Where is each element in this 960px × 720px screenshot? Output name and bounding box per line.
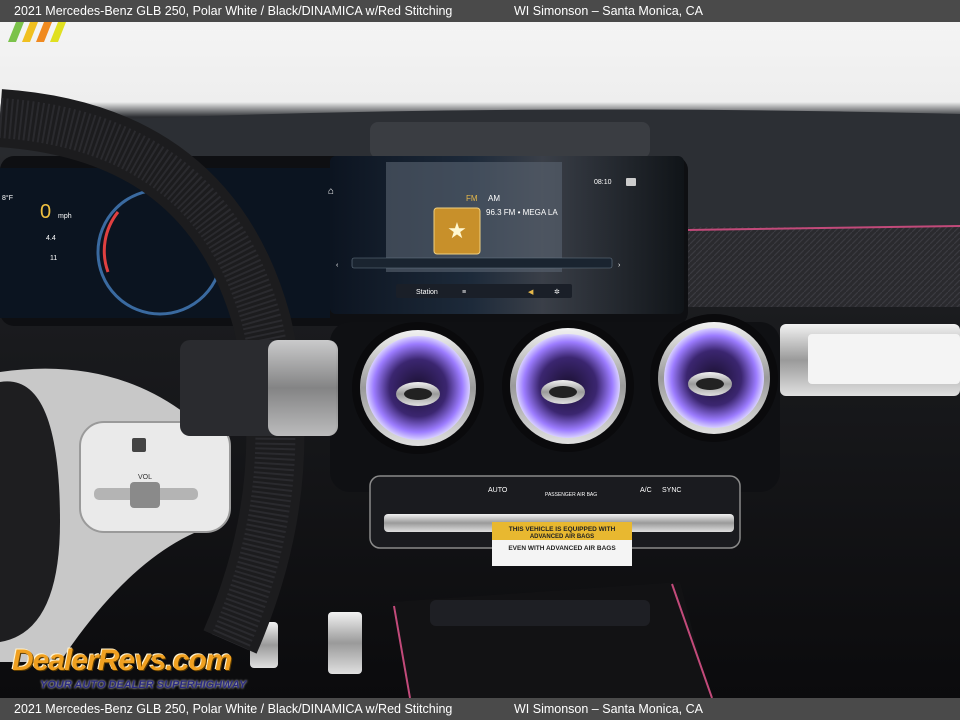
tuner-bar (351, 257, 613, 269)
lower-console (392, 582, 710, 698)
air-vent-center (502, 320, 634, 452)
vehicle-title: 2021 Mercedes-Benz GLB 250, Polar White … (14, 4, 453, 18)
band-fm: FM (466, 194, 478, 203)
band-am: AM (488, 194, 500, 203)
dealer-location-bottom: WI Simonson – Santa Monica, CA (514, 702, 703, 716)
message-icon (626, 178, 636, 186)
vehicle-title-bottom: 2021 Mercedes-Benz GLB 250, Polar White … (14, 702, 453, 716)
vol-label: VOL (138, 474, 152, 481)
dashboard-illustration: 0 mph 8°F 4.4 11 ★ FM AM 96.3 FM • MEGA … (0, 89, 960, 698)
home-icon: ⌂ (328, 186, 334, 197)
star-icon: ★ (447, 218, 467, 243)
speed-value: 0 (40, 201, 51, 223)
pedal-brake (328, 612, 362, 674)
caption-bar-top: 2021 Mercedes-Benz GLB 250, Polar White … (0, 0, 960, 22)
speed-unit: mph (58, 213, 72, 220)
station-name: 96.3 FM • MEGA LA (486, 208, 558, 217)
dash-sensor (370, 122, 650, 158)
outside-temp: 8°F (2, 194, 13, 202)
console-tray (430, 600, 650, 626)
sticker-line2: ADVANCED AIR BAGS (530, 534, 594, 540)
clock: 08:10 (594, 179, 612, 186)
cluster-readout-a: 4.4 (46, 235, 56, 242)
climate-sync: SYNC (662, 487, 681, 494)
touch-control-pad (132, 438, 146, 452)
watermark-stripes (8, 22, 66, 42)
air-vent-right (650, 314, 778, 442)
dealer-location: WI Simonson – Santa Monica, CA (514, 4, 703, 18)
carbon-trim (680, 227, 960, 307)
interior-photo: 0 mph 8°F 4.4 11 ★ FM AM 96.3 FM • MEGA … (0, 22, 960, 698)
climate-auto: AUTO (488, 487, 508, 494)
sticker-line3: EVEN WITH ADVANCED AIR BAGS (508, 545, 616, 552)
watermark-logo: DealerRevs.com (12, 644, 232, 677)
cluster-readout-b: 11 (50, 255, 57, 262)
air-vent-left (352, 322, 484, 454)
caption-bar-bottom: 2021 Mercedes-Benz GLB 250, Polar White … (0, 698, 960, 720)
settings-icon: ✲ (554, 288, 560, 296)
steering-controls (79, 421, 231, 533)
watermark-tagline: YOUR AUTO DEALER SUPERHIGHWAY (40, 679, 247, 691)
airbag-sticker-bottom (492, 540, 632, 566)
sticker-line1: THIS VEHICLE IS EQUIPPED WITH (509, 526, 616, 533)
audio-icon: ◀ (528, 289, 534, 296)
climate-ac: A/C (640, 487, 652, 494)
station-button: Station (416, 289, 438, 296)
passenger-airbag-label: PASSENGER AIR BAG (545, 492, 597, 498)
list-icon: ≡ (462, 289, 466, 296)
